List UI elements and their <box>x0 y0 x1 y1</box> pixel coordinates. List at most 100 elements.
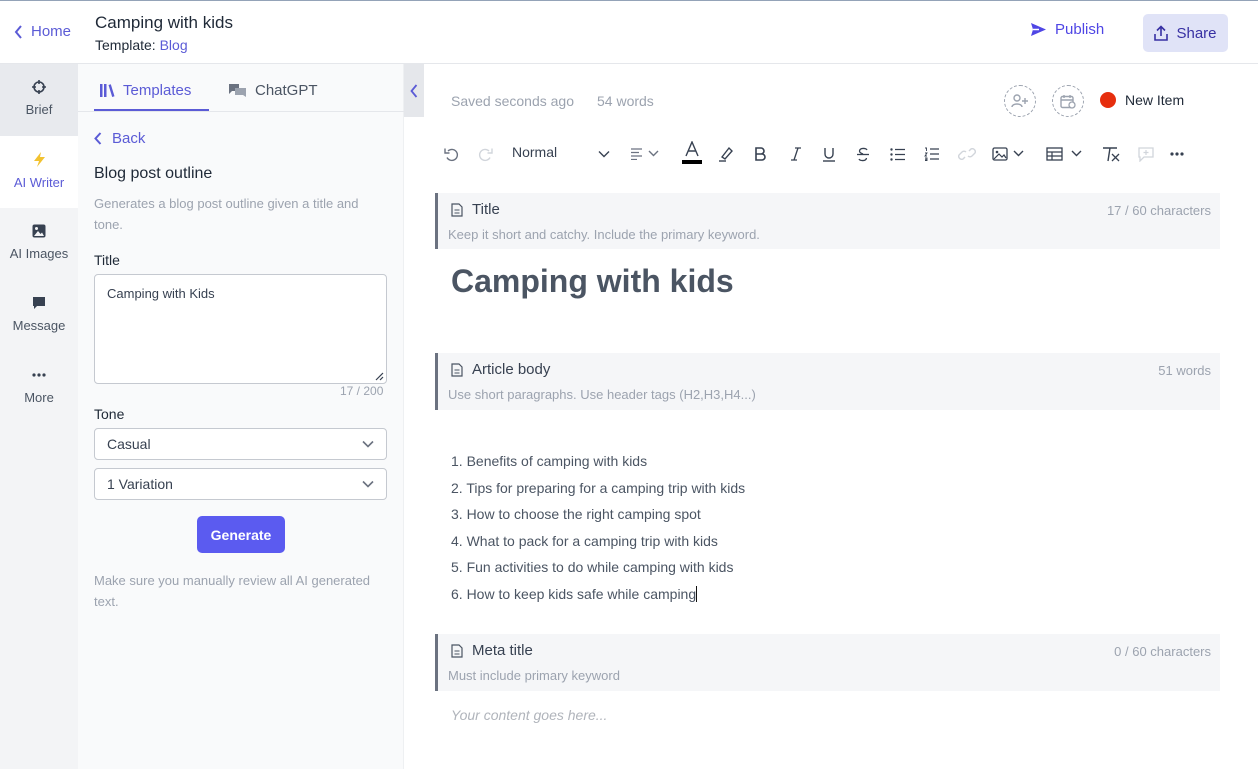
share-button[interactable]: Share <box>1143 14 1228 52</box>
document-icon <box>451 643 463 658</box>
send-icon <box>1030 22 1047 37</box>
collapse-panel-button[interactable] <box>404 64 424 117</box>
outline-item-text: 6. How to keep kids safe while camping <box>451 585 697 602</box>
body-section-header: Article body Use short paragraphs. Use h… <box>435 353 1220 410</box>
outline-item-last: 6. How to keep kids safe while camping <box>451 583 745 610</box>
italic-icon[interactable] <box>790 144 802 164</box>
rail-item-brief[interactable]: Brief <box>0 64 78 136</box>
tone-select[interactable]: Casual <box>94 428 387 460</box>
article-body-content[interactable]: 1. Benefits of camping with kids 2. Tips… <box>451 450 745 609</box>
generate-button[interactable]: Generate <box>197 516 285 553</box>
share-label: Share <box>1176 24 1217 42</box>
workflow-status[interactable]: New Item <box>1100 92 1184 108</box>
resize-grip-icon[interactable] <box>375 372 384 381</box>
outline-item: 4. What to pack for a camping trip with … <box>451 532 718 549</box>
underline-icon[interactable] <box>822 144 836 164</box>
section-label: Title <box>472 201 500 218</box>
outline-item: 3. How to choose the right camping spot <box>451 506 701 522</box>
crosshair-icon <box>32 80 46 94</box>
section-count: 51 words <box>1158 363 1211 378</box>
home-link[interactable]: Home <box>14 23 71 40</box>
title-field-content[interactable]: Camping with kids <box>451 263 734 300</box>
section-label: Article body <box>472 361 551 378</box>
font-color-icon[interactable] <box>682 140 702 164</box>
template-info: Template: Blog <box>95 37 188 53</box>
text-format-select[interactable]: Normal <box>512 144 557 160</box>
numbered-list-icon[interactable] <box>924 144 940 164</box>
align-icon[interactable] <box>630 144 660 164</box>
redo-icon[interactable] <box>478 144 493 164</box>
bold-icon[interactable] <box>754 144 766 164</box>
chevron-left-icon <box>410 83 418 98</box>
bullet-list-icon[interactable] <box>890 144 906 164</box>
meta-title-input[interactable]: Your content goes here... <box>451 707 607 723</box>
editor-toolbar: Normal <box>440 140 1200 166</box>
rail-label: AI Writer <box>13 175 65 190</box>
outline-item: 2. Tips for preparing for a camping trip… <box>451 479 746 496</box>
meta-section-header: Meta title Must include primary keyword … <box>435 634 1220 691</box>
left-rail: Brief AI Writer AI Images Message More <box>0 64 78 769</box>
rail-label: Brief <box>25 102 53 117</box>
chat-icon <box>32 296 46 310</box>
outline-item: 5. Fun activities to do while camping wi… <box>451 559 734 575</box>
home-label: Home <box>31 23 72 40</box>
title-textarea[interactable]: Camping with Kids <box>94 274 387 384</box>
document-title: Camping with kids <box>95 13 233 32</box>
meta-section-label: Meta title <box>451 642 533 659</box>
variation-select-value: 1 Variation <box>107 476 173 492</box>
undo-icon[interactable] <box>444 144 459 164</box>
chevron-down-icon <box>362 480 374 488</box>
section-hint: Keep it short and catchy. Include the pr… <box>448 227 760 242</box>
schedule-button[interactable] <box>1052 85 1084 117</box>
comment-icon[interactable] <box>1138 144 1154 164</box>
panel-tabs: Templates ChatGPT <box>78 64 404 112</box>
chevron-left-icon <box>94 132 102 145</box>
tab-templates[interactable]: Templates <box>100 82 191 99</box>
insert-image-icon[interactable] <box>992 144 1024 164</box>
document-icon <box>451 362 463 377</box>
body-section-label: Article body <box>451 361 550 378</box>
publish-label: Publish <box>1055 21 1105 38</box>
status-label: New Item <box>1125 92 1185 108</box>
status-dot-icon <box>1100 92 1116 108</box>
library-icon <box>100 83 115 98</box>
back-link[interactable]: Back <box>94 130 145 147</box>
section-label: Meta title <box>472 642 533 659</box>
highlight-icon[interactable] <box>718 144 734 164</box>
text-cursor <box>696 585 698 602</box>
rail-item-more[interactable]: More <box>0 352 78 424</box>
strikethrough-icon[interactable] <box>856 144 870 164</box>
link-icon[interactable] <box>958 144 976 164</box>
ai-writer-panel: Templates ChatGPT Back Blog post outline… <box>78 64 404 769</box>
rail-label: More <box>24 390 54 405</box>
lightning-icon <box>33 152 45 167</box>
rail-item-message[interactable]: Message <box>0 280 78 352</box>
chevron-down-icon <box>362 440 374 448</box>
chevron-down-icon[interactable] <box>598 144 610 164</box>
word-count: 54 words <box>597 93 654 109</box>
section-hint: Must include primary keyword <box>448 668 620 683</box>
more-options-icon[interactable] <box>1170 144 1184 164</box>
template-description: Generates a blog post outline given a ti… <box>94 196 359 232</box>
top-bar: Home Camping with kids Template: Blog Pu… <box>0 0 1258 64</box>
section-count: 0 / 60 characters <box>1114 644 1211 659</box>
back-label: Back <box>112 130 146 147</box>
template-link[interactable]: Blog <box>160 37 188 53</box>
title-section-header: Title Keep it short and catchy. Include … <box>435 193 1220 249</box>
clear-format-icon[interactable] <box>1102 144 1120 164</box>
tab-chatgpt[interactable]: ChatGPT <box>228 82 318 99</box>
insert-table-icon[interactable] <box>1046 144 1082 164</box>
publish-button[interactable]: Publish <box>1030 21 1104 38</box>
more-icon <box>32 368 46 382</box>
rail-item-ai-images[interactable]: AI Images <box>0 208 78 280</box>
tone-field-label: Tone <box>94 406 125 422</box>
assign-user-button[interactable] <box>1004 85 1036 117</box>
rail-item-ai-writer[interactable]: AI Writer <box>0 136 78 208</box>
document-icon <box>451 202 463 217</box>
title-field-label: Title <box>94 252 120 268</box>
section-count: 17 / 60 characters <box>1106 203 1211 218</box>
tab-label: ChatGPT <box>255 82 318 99</box>
outline-item: 1. Benefits of camping with kids <box>451 453 648 469</box>
variation-select[interactable]: 1 Variation <box>94 468 387 500</box>
add-user-icon <box>1011 94 1029 108</box>
